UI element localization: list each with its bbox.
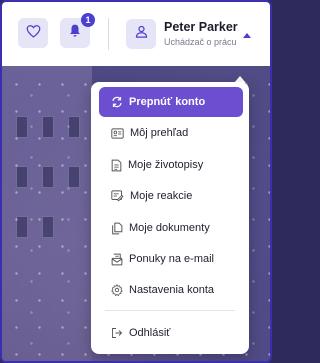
menu-divider xyxy=(105,310,235,311)
menu-item-label: Moje dokumenty xyxy=(129,222,210,234)
menu-item-overview[interactable]: Môj prehľad xyxy=(111,125,188,141)
overview-card-icon xyxy=(111,127,124,139)
notifications-button[interactable]: 1 xyxy=(60,13,95,48)
notification-count-badge: 1 xyxy=(81,13,95,27)
menu-item-label: Moje životopisy xyxy=(128,159,204,171)
settings-gear-icon xyxy=(111,284,123,296)
avatar[interactable] xyxy=(126,19,156,49)
menu-item-documents[interactable]: Moje dokumenty xyxy=(111,220,210,236)
cv-document-icon xyxy=(111,159,122,171)
switch-account-button[interactable]: Prepnúť konto xyxy=(99,87,243,117)
menu-item-label: Ponuky na e-mail xyxy=(129,253,214,265)
email-offers-icon xyxy=(111,253,123,265)
menu-item-label: Nastavenia konta xyxy=(129,284,214,296)
user-role: Uchádzač o prácu xyxy=(164,37,237,47)
menu-item-cvs[interactable]: Moje životopisy xyxy=(111,157,203,173)
menu-item-email-offers[interactable]: Ponuky na e-mail xyxy=(111,251,214,267)
menu-item-reactions[interactable]: Moje reakcie xyxy=(111,188,192,204)
logout-label: Odhlásiť xyxy=(129,327,171,339)
user-name[interactable]: Peter Parker xyxy=(164,20,238,34)
top-header: 1 Peter Parker Uchádzač o prácu xyxy=(2,2,270,66)
switch-account-label: Prepnúť konto xyxy=(129,96,206,108)
heart-icon xyxy=(26,24,41,43)
account-dropdown-menu: Prepnúť konto Môj prehľad Moje životopis… xyxy=(91,82,249,354)
reactions-icon xyxy=(111,190,124,202)
logout-button[interactable]: Odhlásiť xyxy=(111,325,170,341)
documents-icon xyxy=(112,222,123,234)
bell-icon xyxy=(68,23,82,43)
menu-item-label: Moje reakcie xyxy=(130,190,193,202)
switch-arrows-icon xyxy=(112,96,122,108)
favorites-button[interactable] xyxy=(18,18,48,48)
header-divider xyxy=(108,18,109,50)
chevron-up-icon[interactable] xyxy=(243,33,251,38)
menu-item-account-settings[interactable]: Nastavenia konta xyxy=(111,282,214,298)
user-avatar-icon xyxy=(134,24,149,44)
app-frame: 1 Peter Parker Uchádzač o prácu Prepnúť … xyxy=(0,0,272,363)
logout-icon xyxy=(112,328,123,338)
menu-item-label: Môj prehľad xyxy=(130,127,189,139)
